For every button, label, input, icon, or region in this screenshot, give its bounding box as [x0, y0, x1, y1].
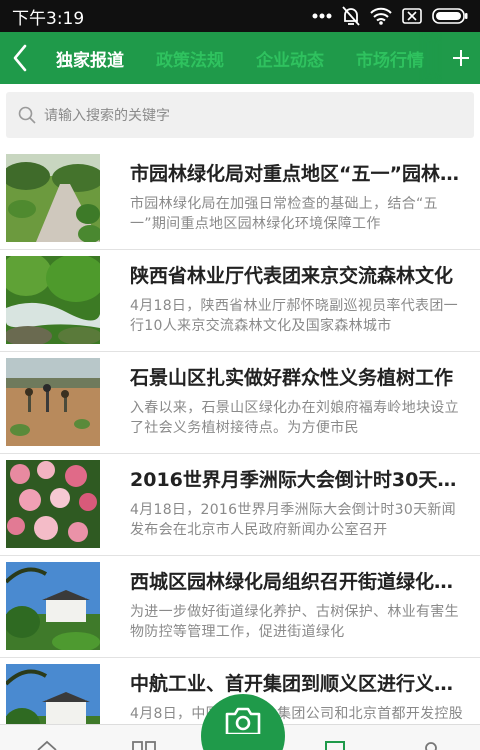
article-item[interactable]: 2016世界月季洲际大会倒计时30天新闻发布会 4月18日，2016世界月季洲际…: [0, 454, 480, 556]
chevron-left-icon: [13, 44, 27, 72]
sim-icon: [402, 8, 422, 24]
article-title: 中航工业、首开集团到顺义区进行义务植树: [130, 673, 468, 695]
plus-icon: [453, 50, 469, 66]
mute-bell-icon: [342, 6, 360, 26]
search-input[interactable]: 请输入搜索的关键字: [6, 92, 474, 138]
article-thumbnail: [6, 154, 100, 242]
grid-icon[interactable]: [132, 740, 156, 750]
back-button[interactable]: [0, 32, 40, 84]
user-icon[interactable]: [420, 740, 442, 750]
status-time: 下午3:19: [12, 8, 85, 29]
battery-icon: [432, 8, 468, 24]
article-item[interactable]: 市园林绿化局对重点地区“五一”园林绿化环境保障工作进行检查 市园林绿化局在加强日…: [0, 148, 480, 250]
article-title: 陕西省林业厅代表团来京交流森林文化: [130, 265, 454, 287]
tab-company-news[interactable]: 企业动态: [240, 46, 340, 71]
article-summary: 为进一步做好街道绿化养护、古树保护、林业有害生物防控等管理工作，促进街道绿化: [130, 604, 459, 640]
message-icon[interactable]: [324, 740, 346, 750]
article-item[interactable]: 石景山区扎实做好群众性义务植树工作 入春以来，石景山区绿化办在刘娘府福寿岭地块设…: [0, 352, 480, 454]
article-summary: 入春以来，石景山区绿化办在刘娘府福寿岭地块设立了社会义务植树接待点。为方便市民: [130, 400, 459, 436]
dots-icon: [312, 13, 332, 19]
article-summary: 4月18日，陕西省林业厅郝怀晓副巡视员率代表团一行10人来京交流森林文化及国家森…: [130, 298, 458, 334]
camera-icon: [225, 707, 261, 734]
article-title: 石景山区扎实做好群众性义务植树工作: [130, 367, 454, 389]
article-thumbnail: [6, 358, 100, 446]
article-thumbnail: [6, 256, 100, 344]
search-area: 请输入搜索的关键字: [0, 84, 480, 148]
wifi-icon: [370, 7, 392, 25]
article-thumbnail: [6, 562, 100, 650]
article-item[interactable]: 陕西省林业厅代表团来京交流森林文化 4月18日，陕西省林业厅郝怀晓副巡视员率代表…: [0, 250, 480, 352]
article-title: 2016世界月季洲际大会倒计时30天新闻发布会: [130, 469, 468, 491]
article-summary: 4月18日，2016世界月季洲际大会倒计时30天新闻发布会在北京市人民政府新闻办…: [130, 502, 456, 538]
search-icon: [18, 106, 36, 124]
article-title: 西城区园林绿化局组织召开街道绿化工作会: [130, 571, 468, 593]
article-thumbnail: [6, 460, 100, 548]
article-title: 市园林绿化局对重点地区“五一”园林绿化环境保障工作进行检查: [130, 163, 468, 185]
tab-policies[interactable]: 政策法规: [140, 46, 240, 71]
status-bar: 下午3:19: [0, 0, 480, 32]
top-nav-bar: 独家报道 政策法规 企业动态 市场行情: [0, 32, 480, 84]
article-item[interactable]: 西城区园林绿化局组织召开街道绿化工作会 为进一步做好街道绿化养护、古树保护、林业…: [0, 556, 480, 658]
category-tabs: 独家报道 政策法规 企业动态 市场行情: [40, 46, 442, 71]
article-summary: 市园林绿化局在加强日常检查的基础上，结合“五一”期间重点地区园林绿化环境保障工作: [130, 196, 438, 232]
search-placeholder: 请输入搜索的关键字: [44, 108, 170, 124]
home-icon[interactable]: [36, 740, 58, 750]
tab-market[interactable]: 市场行情: [340, 46, 440, 71]
tab-exclusive-reports[interactable]: 独家报道: [40, 46, 140, 71]
article-list: 市园林绿化局对重点地区“五一”园林绿化环境保障工作进行检查 市园林绿化局在加强日…: [0, 148, 480, 750]
add-tab-button[interactable]: [442, 32, 480, 84]
